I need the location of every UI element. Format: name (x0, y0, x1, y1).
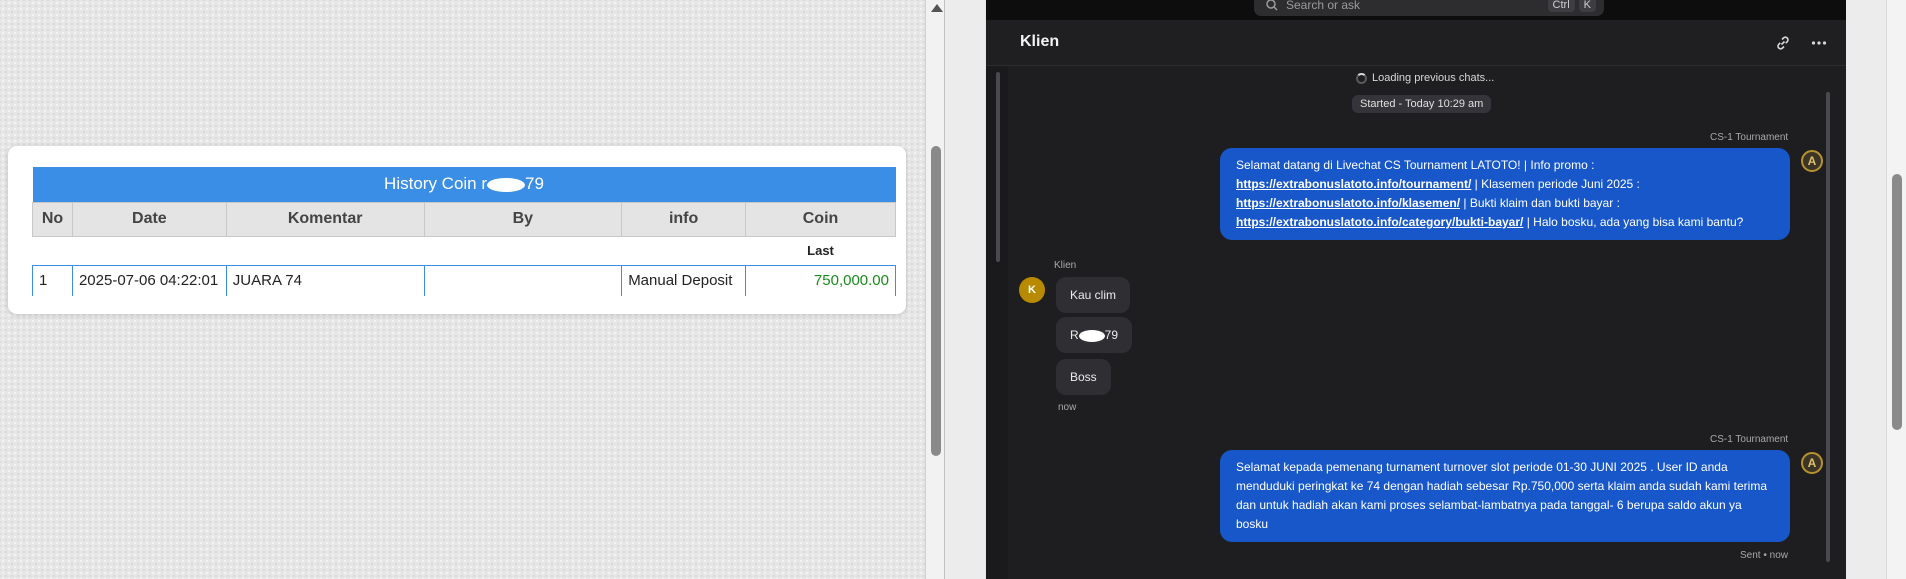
col-header-date[interactable]: Date (71, 201, 227, 237)
page-scroll-thumb[interactable] (1892, 174, 1902, 430)
cell-coin: 750,000.00 (745, 265, 896, 296)
search-icon (1266, 0, 1278, 11)
chat-scrollbar[interactable] (1818, 66, 1838, 579)
page-scrollbar[interactable] (1886, 0, 1906, 579)
table-row: 1 2025-07-06 04:22:01 JUARA 74 Manual De… (32, 265, 896, 296)
chat-header: Klien (986, 20, 1846, 66)
col-header-by[interactable]: By (423, 201, 623, 237)
search-placeholder: Search or ask (1286, 0, 1361, 12)
left-scrollbar[interactable] (925, 0, 945, 579)
chat-title: Klien (1020, 33, 1060, 50)
chat-list-scroll-thumb[interactable] (996, 72, 1000, 262)
scroll-up-arrow-icon[interactable] (931, 4, 943, 12)
cell-komentar: JUARA 74 (225, 265, 425, 296)
col-header-no[interactable]: No (32, 201, 73, 237)
col-header-coin[interactable]: Coin (745, 201, 896, 237)
history-coin-table: History Coin r 79 No Date Komentar By inf… (32, 167, 896, 296)
top-bar: Search or ask Ctrl K (986, 0, 1846, 20)
chat-app: Search or ask Ctrl K Klien Loading previ… (986, 0, 1846, 579)
col-subheader-last: Last (745, 235, 896, 266)
tournament-link[interactable]: https://extrabonuslatoto.info/tournament… (1236, 177, 1471, 191)
cell-date: 2025-07-06 04:22:01 (71, 265, 227, 296)
cell-info: Manual Deposit (621, 265, 747, 296)
agent-message: Selamat kepada pemenang turnament turnov… (1220, 450, 1790, 542)
loading-indicator: Loading previous chats... (1356, 72, 1494, 84)
agent-name: CS-1 Tournament (1710, 132, 1789, 143)
left-pane: History Coin r 79 No Date Komentar By inf… (0, 0, 945, 579)
client-name: Klien (1054, 260, 1077, 271)
redaction-mark (487, 177, 526, 192)
chat-left-rail (986, 66, 1008, 579)
client-message: Kau clim (1056, 277, 1131, 313)
spinner-icon (1356, 72, 1367, 84)
chat-scroll-thumb[interactable] (1826, 92, 1830, 562)
chat-started-badge: Started - Today 10:29 am (1352, 95, 1492, 113)
client-message: Boss (1056, 359, 1111, 395)
klasemen-link[interactable]: https://extrabonuslatoto.info/klasemen/ (1236, 196, 1460, 210)
history-coin-card: History Coin r 79 No Date Komentar By inf… (8, 146, 906, 314)
message-timestamp: now (1058, 402, 1077, 413)
client-message: R 79 (1056, 317, 1133, 353)
sent-status: Sent • now (1740, 550, 1788, 561)
agent-message: Selamat datang di Livechat CS Tournament… (1220, 148, 1790, 240)
cell-by (423, 265, 623, 296)
shortcut-key-k: K (1578, 0, 1596, 12)
avatar: K (1019, 277, 1045, 303)
more-options-icon[interactable] (1810, 34, 1828, 52)
col-header-komentar[interactable]: Komentar (225, 201, 425, 237)
table-title: History Coin r 79 (32, 167, 896, 202)
link-icon[interactable] (1774, 34, 1792, 52)
bukti-bayar-link[interactable]: https://extrabonuslatoto.info/category/b… (1236, 215, 1523, 229)
col-header-info[interactable]: info (621, 201, 747, 237)
left-scroll-thumb[interactable] (931, 146, 941, 456)
shortcut-key-ctrl: Ctrl (1547, 0, 1575, 12)
cell-no: 1 (32, 265, 73, 296)
redaction-mark (1078, 329, 1105, 342)
agent-name: CS-1 Tournament (1710, 434, 1789, 445)
search-input[interactable]: Search or ask Ctrl K (1254, 0, 1604, 16)
